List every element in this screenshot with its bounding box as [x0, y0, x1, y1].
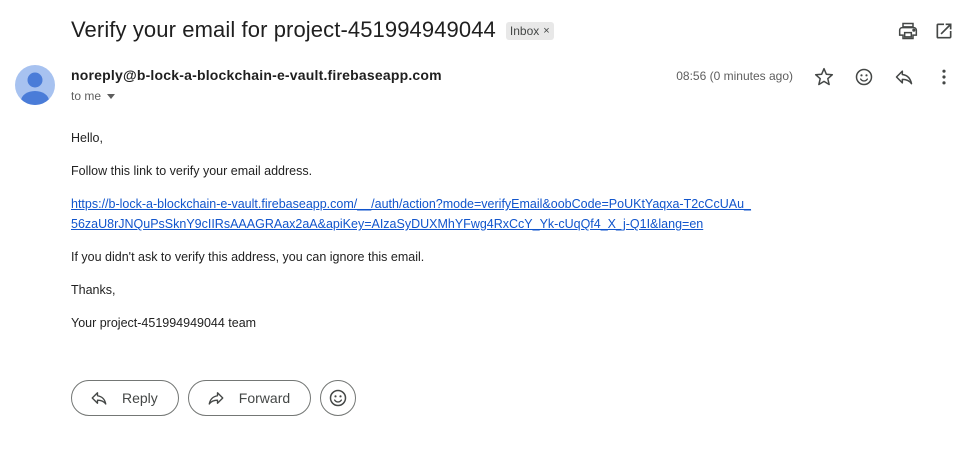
verification-link-line-2: 56zaU8rJNQuPsSknY9cIIRsAAAGRAax2aA&apiKe… [71, 217, 704, 231]
thread-actions [897, 20, 955, 42]
ignore-note: If you didn't ask to verify this address… [71, 250, 425, 264]
sender-address[interactable]: noreply@b-lock-a-blockchain-e-vault.fire… [71, 67, 442, 83]
print-button[interactable] [897, 20, 919, 42]
chevron-down-icon [107, 93, 116, 99]
message-actions [813, 66, 955, 88]
email-body: Hello, Follow this link to verify your e… [71, 128, 931, 346]
star-button[interactable] [813, 66, 835, 88]
verification-link[interactable]: https://b-lock-a-blockchain-e-vault.fire… [71, 194, 931, 234]
emoji-reaction-button[interactable] [320, 380, 357, 416]
verification-link-block: https://b-lock-a-blockchain-e-vault.fire… [71, 194, 931, 234]
recipient-label: to me [71, 89, 102, 103]
star-icon [814, 67, 834, 86]
reply-label: Reply [122, 390, 158, 406]
emoji-icon [329, 389, 347, 407]
signature: Your project-451994949044 team [71, 316, 257, 330]
verification-link-line-1: https://b-lock-a-blockchain-e-vault.fire… [71, 197, 751, 211]
email-view: Verify your email for project-4519949490… [0, 0, 973, 456]
greeting: Hello, [71, 131, 103, 145]
email-subject: Verify your email for project-4519949490… [71, 17, 496, 42]
more-options-button[interactable] [933, 66, 955, 88]
forward-button[interactable]: Forward [187, 380, 312, 416]
thanks-text: Thanks, [71, 283, 116, 297]
add-reaction-button[interactable] [853, 66, 875, 88]
recipient-details-toggle[interactable]: to me [71, 89, 116, 103]
subject-row: Verify your email for project-4519949490… [71, 17, 554, 43]
reply-icon [91, 392, 107, 405]
reply-icon-button[interactable] [893, 66, 915, 88]
reply-button[interactable]: Reply [71, 380, 179, 416]
label-text: Inbox [509, 24, 540, 38]
reply-actions: Reply Forward [71, 380, 357, 416]
inbox-label-chip[interactable]: Inbox × [505, 22, 554, 40]
open-in-new-window-button[interactable] [933, 20, 955, 42]
forward-label: Forward [238, 390, 291, 406]
print-icon [898, 22, 918, 40]
forward-icon [208, 392, 224, 405]
avatar[interactable] [15, 65, 55, 105]
email-timestamp: 08:56 (0 minutes ago) [676, 69, 793, 83]
remove-label-icon[interactable]: × [543, 25, 549, 37]
instruction-text: Follow this link to verify your email ad… [71, 164, 313, 178]
reply-icon [895, 70, 913, 85]
person-icon [21, 72, 49, 105]
emoji-icon [855, 68, 873, 86]
open-in-new-window-icon [936, 23, 952, 39]
more-vert-icon [942, 69, 946, 85]
